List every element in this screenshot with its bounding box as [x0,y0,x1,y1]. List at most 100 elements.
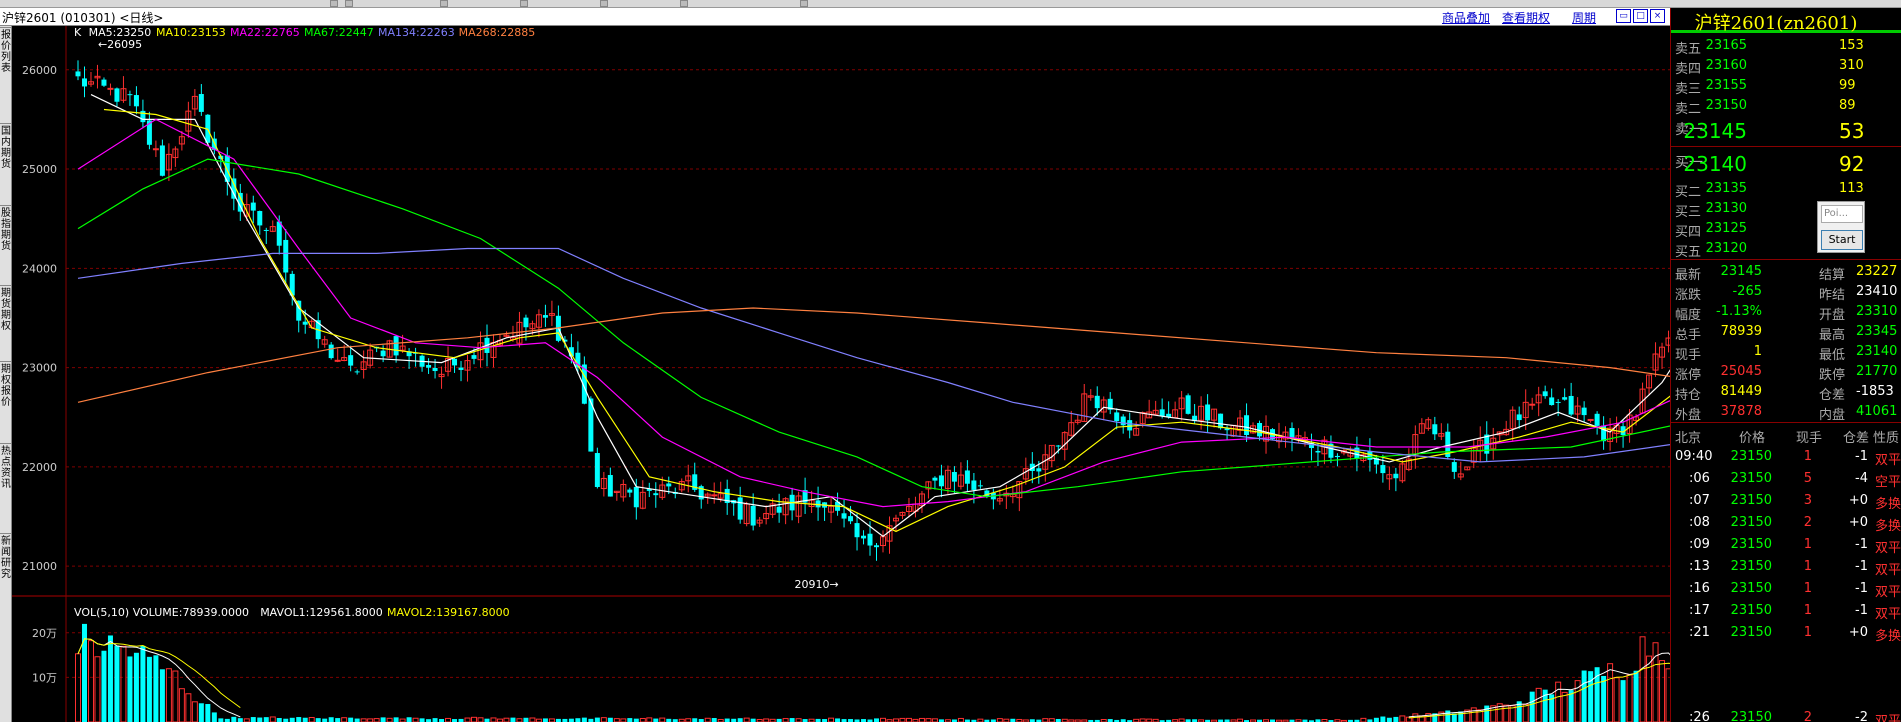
stat-value: 23310 [1856,304,1898,319]
toolbar-icon[interactable] [600,0,608,7]
volume-bar [159,669,165,722]
stat-value: -265 [1732,284,1762,299]
stat-label: 总手 [1675,328,1702,343]
volume-legend-mavol1: MAVOL1:129561.8000 [260,606,383,619]
stat-row: 涨跌 -265 昨结 23410 [1671,282,1901,303]
bid-price: 23135 [1705,181,1747,196]
candle-body [1218,413,1224,429]
legend-ma10: MA10:23153 [156,26,226,39]
low-price-marker: 20910→ [795,578,839,591]
left-tab-3[interactable]: 期货期权 [0,288,12,332]
volume-bar [782,718,789,722]
toolbar-icon[interactable] [520,0,528,7]
toolbar-icon[interactable] [345,0,353,7]
candle-body [101,79,107,86]
stat-value: 23145 [1720,264,1762,279]
candle-body [1127,420,1133,431]
stat-value: 21770 [1856,364,1898,379]
toolbar-icon[interactable] [440,0,448,7]
maximize-icon[interactable]: □ [1633,9,1648,23]
tick-price: 23150 [1730,581,1772,596]
candle-body [1562,397,1568,400]
volume-bar [646,717,653,722]
candle-body [1094,395,1100,409]
volume-bar [1626,674,1633,722]
volume-bar [1535,687,1542,722]
stat-label: 仓差 [1819,388,1846,403]
point-input[interactable]: Poi... [1821,205,1863,223]
toolbar-icon[interactable] [800,0,808,7]
candle-body [1334,455,1340,458]
candle-body [1367,451,1373,460]
volume-bar [1561,691,1568,722]
price-chart[interactable]: 260002500024000230002200021000K MA5:23250… [12,26,1670,722]
ask-row: 卖四 23160 310 [1671,56,1901,77]
volume-ma-line [1408,652,1670,718]
volume-bar [269,716,276,722]
tick-price: 23150 [1730,625,1772,640]
tick-nature: 双平 [1875,453,1901,468]
candle-body [841,513,847,519]
volume-bar [133,652,139,722]
tick-time: :09 [1689,537,1710,552]
stat-value: 23140 [1856,344,1898,359]
stat-label: 涨停 [1675,368,1702,383]
start-button[interactable]: Start [1821,230,1863,250]
period-link[interactable]: 周期 [1572,9,1596,26]
volume-bar [1646,655,1653,722]
candle-body [1529,403,1536,406]
volume-bar [101,650,107,722]
app-window: 沪锌2601 (010301) <日线> 商品叠加 查看期权 周期 ▭ □ × … [0,0,1901,722]
candle-body [1185,395,1191,414]
tick-row: :13 23150 1 -1 双平 [1671,557,1901,578]
stat-row: 持仓 81449 仓差 -1853 [1671,382,1901,403]
restore-icon[interactable]: ▭ [1616,9,1631,23]
ask-volume: 99 [1839,78,1856,93]
toolbar-icon[interactable] [680,0,688,7]
volume-bar [918,717,925,722]
overlay-link[interactable]: 商品叠加 [1442,9,1490,26]
tick-oi: -4 [1855,471,1868,486]
view-options-link[interactable]: 查看期权 [1502,9,1550,26]
tick-volume: 2 [1803,515,1812,530]
volume-bar [1639,636,1646,722]
volume-bar [1484,705,1490,722]
bid-price: 23120 [1705,241,1747,256]
top-toolbar-strip [0,0,1901,8]
volume-bar [263,717,269,722]
candle-body [152,148,159,151]
left-tab-6[interactable]: 新闻研究 [0,536,12,580]
volume-bar [328,717,334,722]
volume-bar [296,717,302,722]
volume-bar [1588,671,1594,722]
ask-row: 卖三 23155 99 [1671,76,1901,97]
candle-body [607,475,613,497]
volume-bar [250,717,256,722]
toolbar-icon[interactable] [330,0,338,7]
volume-bar [393,717,399,722]
close-icon[interactable]: × [1650,9,1665,23]
candle-body [276,221,282,246]
chart-title: 沪锌2601 (010301) <日线> [2,11,164,25]
volume-bar [1601,675,1607,722]
volume-bar [471,716,478,722]
volume-bar [925,718,932,722]
volume-bar [529,717,536,722]
volume-bar [341,717,348,722]
candle-body [380,350,386,357]
tick-row: 09:40 23150 1 -1 双平 [1671,447,1901,468]
ma-line-ma10 [103,108,1670,533]
candle-body [627,489,633,493]
candle-body [198,94,204,112]
left-tab-4[interactable]: 期权报价 [0,364,12,408]
ticks-header-price: 价格 [1739,431,1766,446]
ask-price: 23150 [1705,98,1747,113]
left-tab-2[interactable]: 股指期货 [0,208,12,252]
left-tab-5[interactable]: 热点资讯 [0,446,12,490]
left-tab-1[interactable]: 国内期货 [0,126,12,170]
volume-bar [1399,715,1406,722]
candle-body [1380,465,1386,474]
left-tab-0[interactable]: 报价列表 [0,30,12,74]
volume-bar [231,716,237,722]
tick-row: :06 23150 5 -4 空平 [1671,469,1901,490]
